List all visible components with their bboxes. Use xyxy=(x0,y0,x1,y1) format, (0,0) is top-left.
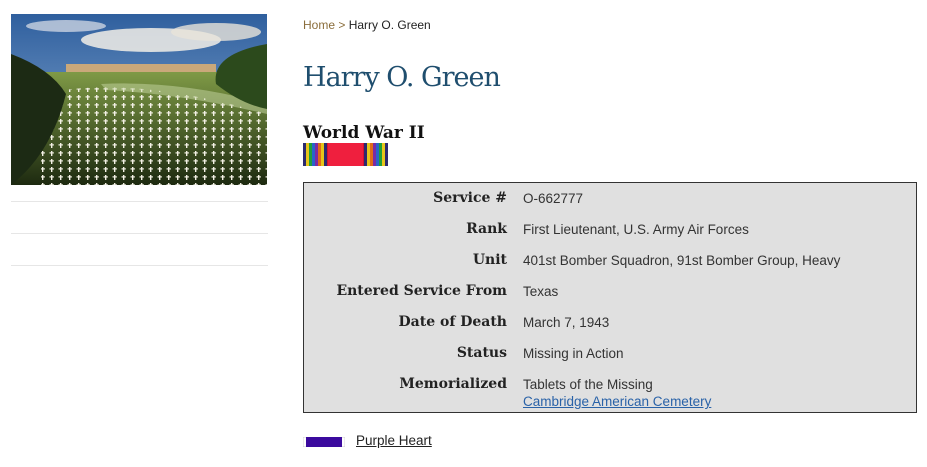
breadcrumb-current: Harry O. Green xyxy=(348,18,431,32)
detail-value: March 7, 1943 xyxy=(523,315,610,330)
detail-row-entered-service: Entered Service From Texas xyxy=(304,283,916,303)
detail-value: Tablets of the Missing xyxy=(523,377,653,392)
detail-label: Unit xyxy=(472,252,507,268)
sidebar-divider xyxy=(11,201,268,202)
detail-row-date-of-death: Date of Death March 7, 1943 xyxy=(304,314,916,334)
purple-heart-ribbon xyxy=(303,437,345,447)
page-title: Harry O. Green xyxy=(303,62,501,93)
cemetery-photo xyxy=(11,14,267,185)
detail-value: Missing in Action xyxy=(523,346,624,361)
detail-row-unit: Unit 401st Bomber Squadron, 91st Bomber … xyxy=(304,252,916,272)
detail-label: Entered Service From xyxy=(336,283,507,299)
detail-row-status: Status Missing in Action xyxy=(304,345,916,365)
detail-label: Status xyxy=(456,345,507,361)
breadcrumb: Home > Harry O. Green xyxy=(303,18,431,32)
detail-label: Date of Death xyxy=(398,314,507,330)
detail-label: Rank xyxy=(466,221,507,237)
detail-value: First Lieutenant, U.S. Army Air Forces xyxy=(523,222,749,237)
breadcrumb-separator: > xyxy=(335,18,349,32)
detail-label: Service # xyxy=(433,190,507,206)
detail-label: Memorialized xyxy=(399,376,507,392)
sidebar xyxy=(11,14,268,266)
ww2-victory-ribbon xyxy=(303,143,388,166)
detail-row-rank: Rank First Lieutenant, U.S. Army Air For… xyxy=(304,221,916,241)
cemetery-link[interactable]: Cambridge American Cemetery xyxy=(523,394,711,409)
detail-row-service-number: Service # O-662777 xyxy=(304,190,916,210)
detail-row-memorialized: Memorialized Tablets of the Missing Camb… xyxy=(304,376,916,412)
detail-value: Texas xyxy=(523,284,559,299)
detail-value: O-662777 xyxy=(523,191,584,206)
war-heading: World War II xyxy=(303,123,425,143)
purple-heart-link[interactable]: Purple Heart xyxy=(356,433,432,448)
breadcrumb-home-link[interactable]: Home xyxy=(303,18,335,32)
service-details-box: Service # O-662777 Rank First Lieutenant… xyxy=(303,182,917,413)
sidebar-divider xyxy=(11,265,268,266)
sidebar-divider xyxy=(11,233,268,234)
detail-value: 401st Bomber Squadron, 91st Bomber Group… xyxy=(523,253,841,268)
